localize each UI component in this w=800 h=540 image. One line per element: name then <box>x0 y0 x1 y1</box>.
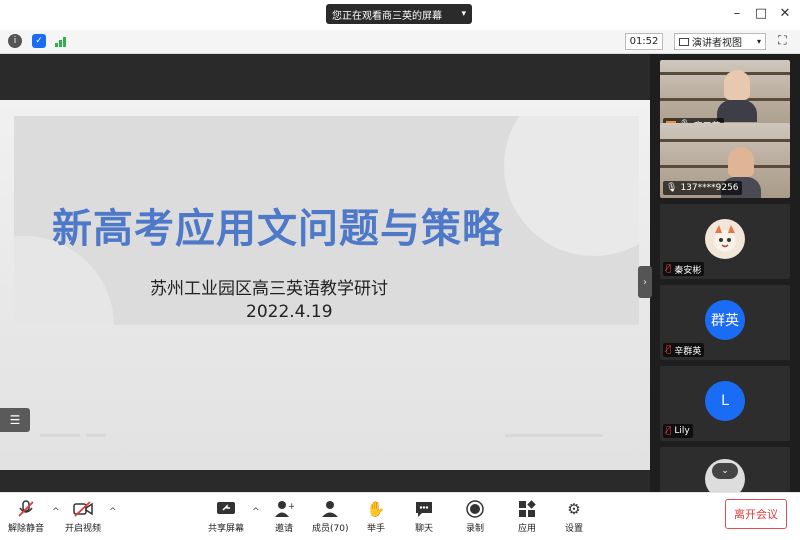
view-mode-label: 演讲者视图 <box>692 38 742 49</box>
raise-hand-label: 举手 <box>366 524 385 534</box>
invite-label: 邀请 <box>274 524 293 534</box>
participant-tile[interactable]: ⌄ <box>660 447 790 492</box>
video-off-icon <box>73 499 93 519</box>
settings-button[interactable]: ⚙ 设置 <box>564 499 584 534</box>
video-options-caret[interactable]: ^ <box>109 507 117 517</box>
participant-avatar: L <box>705 381 745 421</box>
share-options-caret[interactable]: ^ <box>252 507 260 517</box>
record-button[interactable]: 录制 <box>465 499 485 534</box>
share-screen-button[interactable]: 共享屏幕 <box>208 499 244 534</box>
slide-top-border <box>0 54 650 100</box>
record-label: 录制 <box>465 524 484 534</box>
hand-icon: ✋ <box>366 500 386 518</box>
apps-button[interactable]: 应用 <box>517 499 537 534</box>
gear-icon: ⚙ <box>567 500 581 518</box>
share-notice-pill[interactable]: 您正在观看商三英的屏幕 ▾ <box>326 4 472 24</box>
shared-screen: 新高考应用文问题与策略 苏州工业园区高三英语教学研讨 2022.4.19 ☰ <box>0 54 650 492</box>
chat-button[interactable]: 聊天 <box>414 499 434 534</box>
share-notice-text: 您正在观看商三英的屏幕 <box>332 10 442 22</box>
meeting-info-bar: i ✓ 01:52 演讲者视图 ▾ ⛶ <box>0 30 800 54</box>
invite-button[interactable]: + 邀请 <box>274 499 294 534</box>
start-video-button[interactable]: 开启视频 <box>65 499 101 534</box>
cat-avatar-icon <box>705 219 745 259</box>
mic-muted-icon: 🎙̸ <box>666 264 672 274</box>
view-mode-dropdown[interactable]: 演讲者视图 ▾ <box>674 33 766 50</box>
signal-icon[interactable] <box>55 34 69 48</box>
record-icon <box>465 499 485 519</box>
mic-muted-icon: 🎙̸ <box>666 426 672 436</box>
meeting-controls: 解除静音 ^ 开启视频 ^ 共享屏幕 ^ + 邀请 成员(70) ✋ 举手 聊天 <box>0 492 800 540</box>
participant-avatar: 群英 <box>705 300 745 340</box>
minimize-icon[interactable]: – <box>728 6 746 21</box>
bookshelf <box>660 72 790 75</box>
start-video-label: 开启视频 <box>65 524 102 534</box>
slide-decor-bar <box>86 434 106 437</box>
slide-decor-bar <box>40 434 80 437</box>
meeting-timer: 01:52 <box>625 33 663 50</box>
chat-icon <box>414 499 434 519</box>
slide-decor-bar <box>505 434 603 437</box>
apps-icon <box>517 499 537 519</box>
participant-tile[interactable]: 🎙̸ 秦安彬 <box>660 204 790 279</box>
view-mode-icon <box>679 37 689 46</box>
participant-name-tag: 🎙̸ 秦安彬 <box>663 262 705 276</box>
leave-meeting-button[interactable]: 离开会议 <box>725 499 787 529</box>
participant-name-tag: 🎙̸ Lily <box>663 424 693 438</box>
unmute-label: 解除静音 <box>8 524 45 534</box>
apps-label: 应用 <box>517 524 536 534</box>
share-screen-label: 共享屏幕 <box>208 524 245 534</box>
members-icon <box>320 499 340 519</box>
chevron-down-icon[interactable]: ▾ <box>461 9 466 19</box>
unmute-button[interactable]: 解除静音 <box>8 499 44 534</box>
mic-muted-icon: 🎙̸ <box>666 345 672 355</box>
share-screen-icon <box>216 499 236 519</box>
maximize-icon[interactable]: □ <box>752 6 770 21</box>
add-user-icon: + <box>274 499 294 519</box>
participant-name: 辛群英 <box>674 346 702 357</box>
participant-video-person <box>724 70 750 100</box>
shield-icon[interactable]: ✓ <box>32 34 46 48</box>
decorative-circle <box>504 116 639 256</box>
members-label: 成员(70) <box>312 524 349 534</box>
audio-options-caret[interactable]: ^ <box>52 507 60 517</box>
fullscreen-icon[interactable]: ⛶ <box>774 33 791 50</box>
info-icon[interactable]: i <box>8 34 22 48</box>
participant-tile[interactable]: 群英 🎙̸ 辛群英 <box>660 285 790 360</box>
close-icon[interactable]: ✕ <box>776 6 794 21</box>
title-bar: 您正在观看商三英的屏幕 ▾ – □ ✕ <box>0 0 800 30</box>
mic-muted-icon <box>16 499 36 519</box>
participant-name: Lily <box>674 426 690 436</box>
members-button[interactable]: 成员(70) <box>312 499 348 534</box>
svg-text:+: + <box>288 502 294 512</box>
participant-panel: ▲ 🎙 商三英 🎙 137****9256 🎙̸ 秦安彬 群英 🎙̸ 辛群英 <box>652 54 800 492</box>
participant-name: 秦安彬 <box>674 265 702 276</box>
slide-date: 2022.4.19 <box>246 302 333 322</box>
chevron-down-icon: ▾ <box>756 37 761 46</box>
participant-tile[interactable]: 🎙 137****9256 <box>660 123 790 198</box>
chat-label: 聊天 <box>414 524 433 534</box>
bookshelf <box>660 165 790 168</box>
participant-name-tag: 🎙 137****9256 <box>663 181 742 195</box>
list-menu-icon[interactable]: ☰ <box>0 408 30 432</box>
settings-label: 设置 <box>564 524 583 534</box>
raise-hand-button[interactable]: ✋ 举手 <box>366 499 386 534</box>
slide-subtitle: 苏州工业园区高三英语教学研讨 <box>150 279 388 299</box>
participant-name-tag: 🎙̸ 辛群英 <box>663 343 705 357</box>
participant-video-person <box>728 147 754 177</box>
bookshelf <box>660 139 790 142</box>
participant-name: 137****9256 <box>680 183 739 193</box>
participant-tile[interactable]: L 🎙̸ Lily <box>660 366 790 441</box>
scroll-down-icon[interactable]: ⌄ <box>712 463 738 479</box>
collapse-sidebar-button[interactable]: › <box>638 266 652 298</box>
mic-icon: 🎙 <box>666 183 678 193</box>
slide-title: 新高考应用文问题与策略 <box>52 206 503 252</box>
